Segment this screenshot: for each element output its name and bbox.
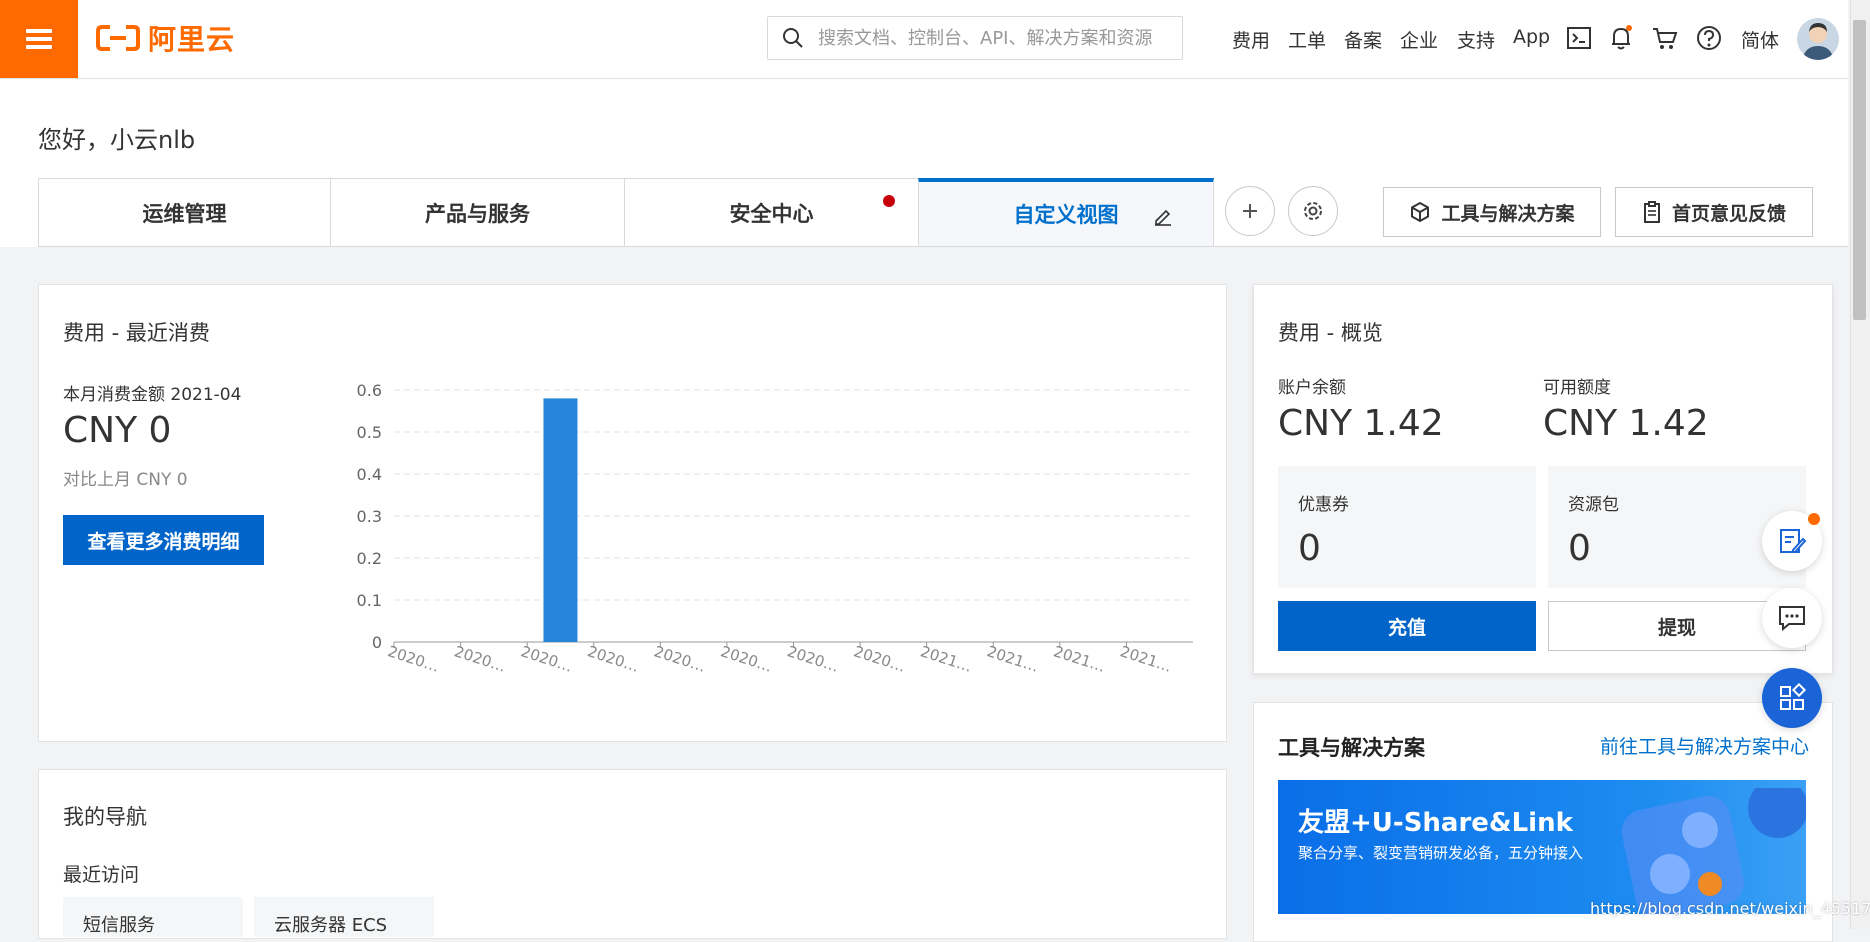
settings-button[interactable] <box>1288 186 1338 236</box>
y-tick-label: 0.6 <box>357 381 382 400</box>
float-chat-button[interactable] <box>1762 588 1822 648</box>
y-tick-label: 0 <box>372 633 382 652</box>
search-box[interactable] <box>767 16 1183 60</box>
balance-value: CNY 1.42 <box>1278 403 1444 444</box>
month-label: 本月消费金额 2021-04 <box>63 385 242 405</box>
nav-support[interactable]: 支持 <box>1457 26 1495 53</box>
banner-illustration-icon <box>1621 788 1806 914</box>
terminal-icon[interactable] <box>1565 24 1593 52</box>
x-tick-label: 2020… <box>718 642 774 676</box>
tab-label: 运维管理 <box>142 201 227 226</box>
feedback-button[interactable]: 首页意见反馈 <box>1615 187 1813 237</box>
credit-value: CNY 1.42 <box>1543 403 1709 444</box>
more-cost-details-button[interactable]: 查看更多消费明细 <box>63 515 264 565</box>
x-tick-label: 2020… <box>585 642 641 676</box>
balance-label: 账户余额 <box>1278 378 1346 398</box>
nav-tickets[interactable]: 工单 <box>1288 26 1326 53</box>
x-tick-label: 2021… <box>1051 642 1107 676</box>
package-value: 0 <box>1568 528 1591 569</box>
avatar[interactable] <box>1797 18 1839 60</box>
x-tick-label: 2020… <box>385 642 441 676</box>
tab-products[interactable]: 产品与服务 <box>330 178 625 246</box>
nav-icp[interactable]: 备案 <box>1344 26 1382 53</box>
tab-security[interactable]: 安全中心 <box>624 178 919 246</box>
tools-center-link[interactable]: 前往工具与解决方案中心 <box>1600 732 1809 759</box>
nav-fees[interactable]: 费用 <box>1232 26 1270 53</box>
add-tab-button[interactable] <box>1225 186 1275 236</box>
promo-banner[interactable]: 友盟+U-Share&Link 聚合分享、裂变营销研发必备，五分钟接入 <box>1278 780 1806 914</box>
button-label: 首页意见反馈 <box>1671 202 1786 225</box>
logo-text: 阿里云 <box>148 23 236 56</box>
divider <box>38 246 1848 247</box>
help-icon[interactable] <box>1695 24 1723 52</box>
coupon-value: 0 <box>1298 528 1321 569</box>
y-tick-label: 0.3 <box>357 507 382 526</box>
card-title: 费用 - 最近消费 <box>63 321 210 345</box>
edit-icon[interactable] <box>1153 206 1173 226</box>
x-tick-label: 2021… <box>918 642 974 676</box>
tab-ops[interactable]: 运维管理 <box>38 178 331 246</box>
banner-subtitle: 聚合分享、裂变营销研发必备，五分钟接入 <box>1298 844 1584 862</box>
search-icon <box>783 28 803 48</box>
hamburger-icon <box>26 29 52 49</box>
float-apps-button[interactable] <box>1762 668 1822 728</box>
tab-label: 安全中心 <box>729 201 814 226</box>
chat-icon <box>1779 606 1805 632</box>
tab-label: 自定义视图 <box>1013 203 1119 227</box>
credit-label: 可用额度 <box>1543 378 1611 398</box>
x-tick-label: 2021… <box>985 642 1041 676</box>
cube-icon <box>1411 201 1430 223</box>
aliyun-logo-icon <box>96 25 140 51</box>
apps-grid-icon <box>1780 683 1807 710</box>
y-tick-label: 0.2 <box>357 549 382 568</box>
edit-note-icon <box>1780 529 1807 553</box>
x-tick-label: 2020… <box>852 642 908 676</box>
logo[interactable]: 阿里云 <box>96 20 235 56</box>
search-input[interactable] <box>816 26 1170 50</box>
tab-custom-view[interactable]: 自定义视图 <box>918 178 1214 246</box>
y-tick-label: 0.1 <box>357 591 382 610</box>
scrollbar-thumb[interactable] <box>1853 20 1866 320</box>
card-title: 我的导航 <box>63 805 147 829</box>
cost-bar-chart: 0 0.1 0.2 0.3 0.4 0.5 0.6 2020… 2020… 2020… 2020… 2… <box>357 381 1193 676</box>
cart-icon[interactable] <box>1651 24 1679 52</box>
x-tick-label: 2021… <box>1118 642 1174 676</box>
button-label: 工具与解决方案 <box>1441 202 1575 225</box>
bell-icon[interactable] <box>1607 24 1635 52</box>
plus-icon <box>1243 204 1257 218</box>
notification-dot <box>1808 513 1820 525</box>
package-label: 资源包 <box>1568 495 1619 515</box>
notification-dot <box>883 195 895 207</box>
coupon-label: 优惠券 <box>1298 495 1349 515</box>
y-tick-label: 0.5 <box>357 423 382 442</box>
recent-label: 最近访问 <box>63 864 140 886</box>
float-notes-button[interactable] <box>1762 511 1822 571</box>
banner-title: 友盟+U-Share&Link <box>1298 808 1573 838</box>
recent-item[interactable]: 短信服务 <box>63 897 243 937</box>
greeting: 您好，小云nlb <box>38 126 196 154</box>
menu-button[interactable] <box>0 0 78 78</box>
bar <box>543 398 578 642</box>
tab-label: 产品与服务 <box>425 201 530 226</box>
watermark-text: https://blog.csdn.net/weixin_45517802 <box>1590 899 1870 918</box>
nav-app[interactable]: App <box>1513 26 1550 48</box>
recent-item[interactable]: 云服务器 ECS <box>254 897 434 937</box>
nav-enterprise[interactable]: 企业 <box>1400 26 1438 53</box>
x-tick-label: 2020… <box>452 642 508 676</box>
gear-icon <box>1304 202 1322 220</box>
language-switch[interactable]: 简体 <box>1741 26 1779 53</box>
tools-solutions-button[interactable]: 工具与解决方案 <box>1383 187 1601 237</box>
recharge-button[interactable]: 充值 <box>1278 601 1536 651</box>
clipboard-icon <box>1643 201 1660 223</box>
card-title: 工具与解决方案 <box>1278 736 1425 760</box>
compare-text: 对比上月 CNY 0 <box>63 470 188 490</box>
month-amount: CNY 0 <box>63 410 172 451</box>
x-tick-label: 2020… <box>785 642 841 676</box>
card-title: 费用 - 概览 <box>1278 321 1383 345</box>
x-tick-label: 2020… <box>652 642 708 676</box>
y-tick-label: 0.4 <box>357 465 382 484</box>
x-tick-label: 2020… <box>519 642 575 676</box>
coupon-box[interactable] <box>1278 466 1536 588</box>
